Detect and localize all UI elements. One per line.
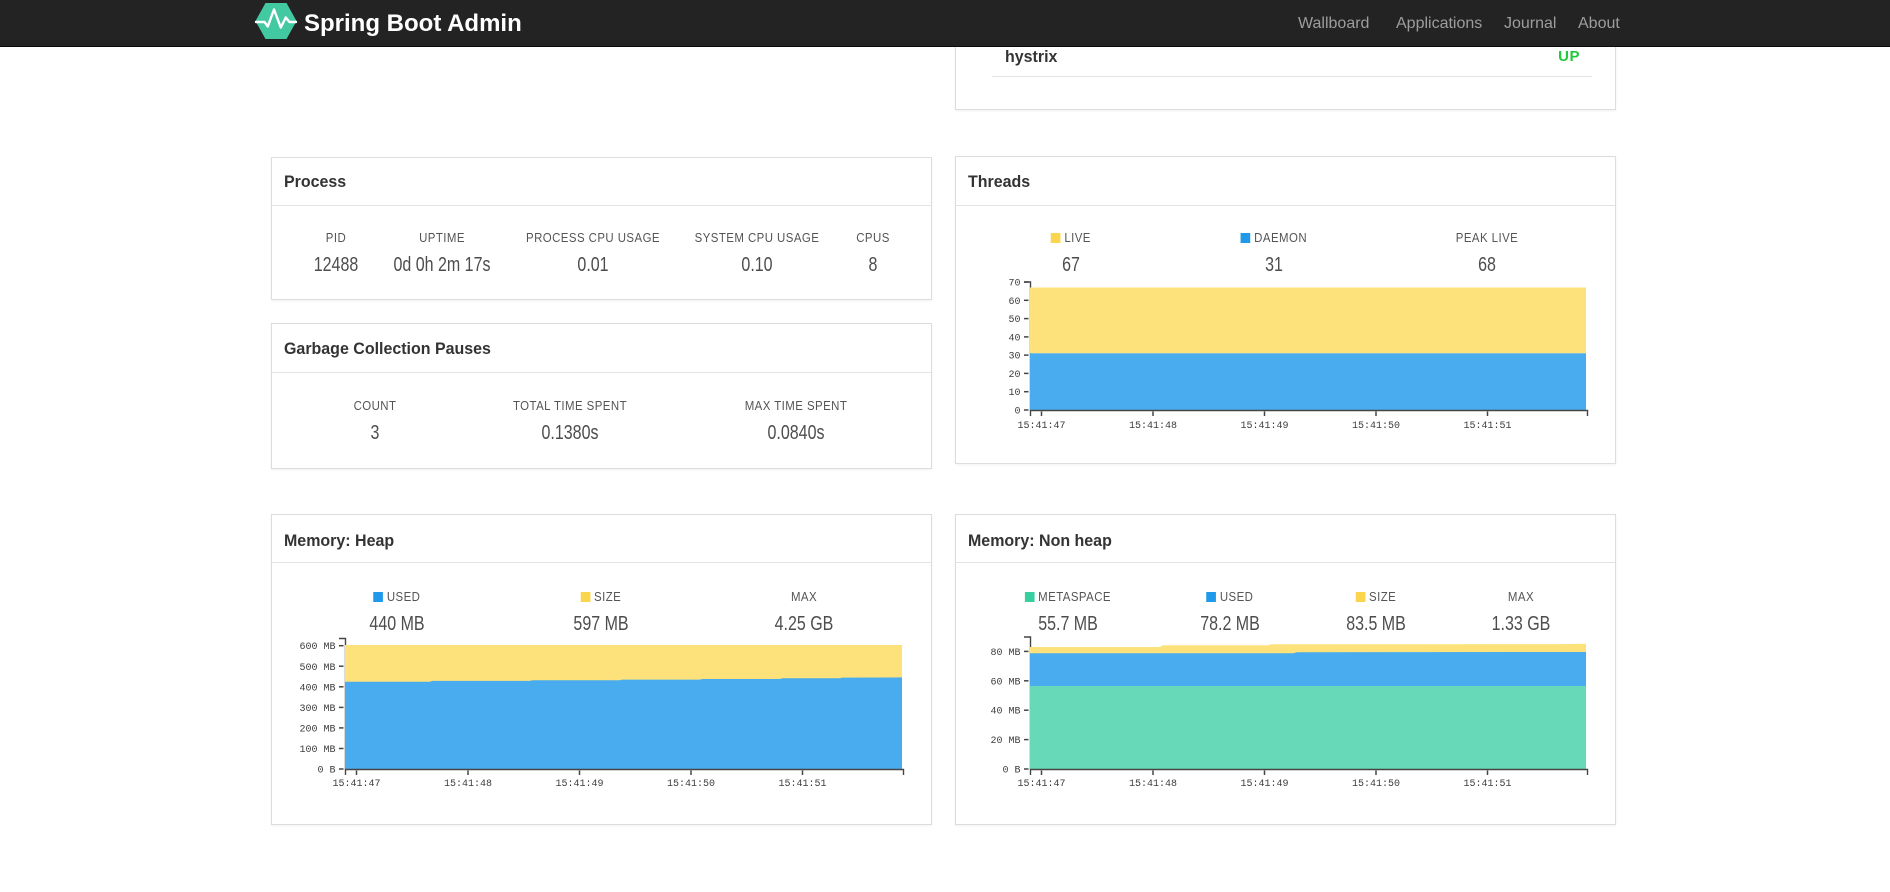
svg-text:15:41:51: 15:41:51 [778, 779, 826, 790]
svg-text:500 MB: 500 MB [299, 663, 335, 674]
svg-text:40 MB: 40 MB [990, 707, 1020, 718]
svg-text:15:41:51: 15:41:51 [1463, 779, 1511, 790]
svg-text:15:41:49: 15:41:49 [1240, 421, 1288, 432]
svg-text:15:41:49: 15:41:49 [1240, 779, 1288, 790]
svg-text:15:41:47: 15:41:47 [1017, 779, 1065, 790]
svg-text:300 MB: 300 MB [299, 704, 335, 715]
svg-text:60: 60 [1008, 297, 1020, 308]
svg-text:400 MB: 400 MB [299, 683, 335, 694]
svg-text:70: 70 [1008, 279, 1020, 290]
svg-text:15:41:50: 15:41:50 [1352, 421, 1400, 432]
svg-text:0 B: 0 B [317, 766, 335, 777]
svg-text:200 MB: 200 MB [299, 724, 335, 735]
svg-text:40: 40 [1008, 333, 1020, 344]
svg-text:15:41:47: 15:41:47 [1017, 421, 1065, 432]
svg-text:0 B: 0 B [1002, 766, 1020, 777]
svg-text:50: 50 [1008, 315, 1020, 326]
svg-text:15:41:48: 15:41:48 [444, 779, 492, 790]
svg-text:100 MB: 100 MB [299, 745, 335, 756]
svg-text:15:41:47: 15:41:47 [332, 779, 380, 790]
svg-text:20: 20 [1008, 370, 1020, 381]
svg-text:15:41:49: 15:41:49 [555, 779, 603, 790]
svg-text:15:41:50: 15:41:50 [667, 779, 715, 790]
svg-text:15:41:48: 15:41:48 [1129, 421, 1177, 432]
svg-text:60 MB: 60 MB [990, 677, 1020, 688]
svg-text:15:41:51: 15:41:51 [1463, 421, 1511, 432]
svg-text:80 MB: 80 MB [990, 648, 1020, 659]
svg-text:30: 30 [1008, 352, 1020, 363]
svg-text:20 MB: 20 MB [990, 736, 1020, 747]
svg-text:0: 0 [1014, 407, 1020, 418]
svg-text:15:41:50: 15:41:50 [1352, 779, 1400, 790]
svg-text:600 MB: 600 MB [299, 642, 335, 653]
svg-text:15:41:48: 15:41:48 [1129, 779, 1177, 790]
svg-text:10: 10 [1008, 388, 1020, 399]
